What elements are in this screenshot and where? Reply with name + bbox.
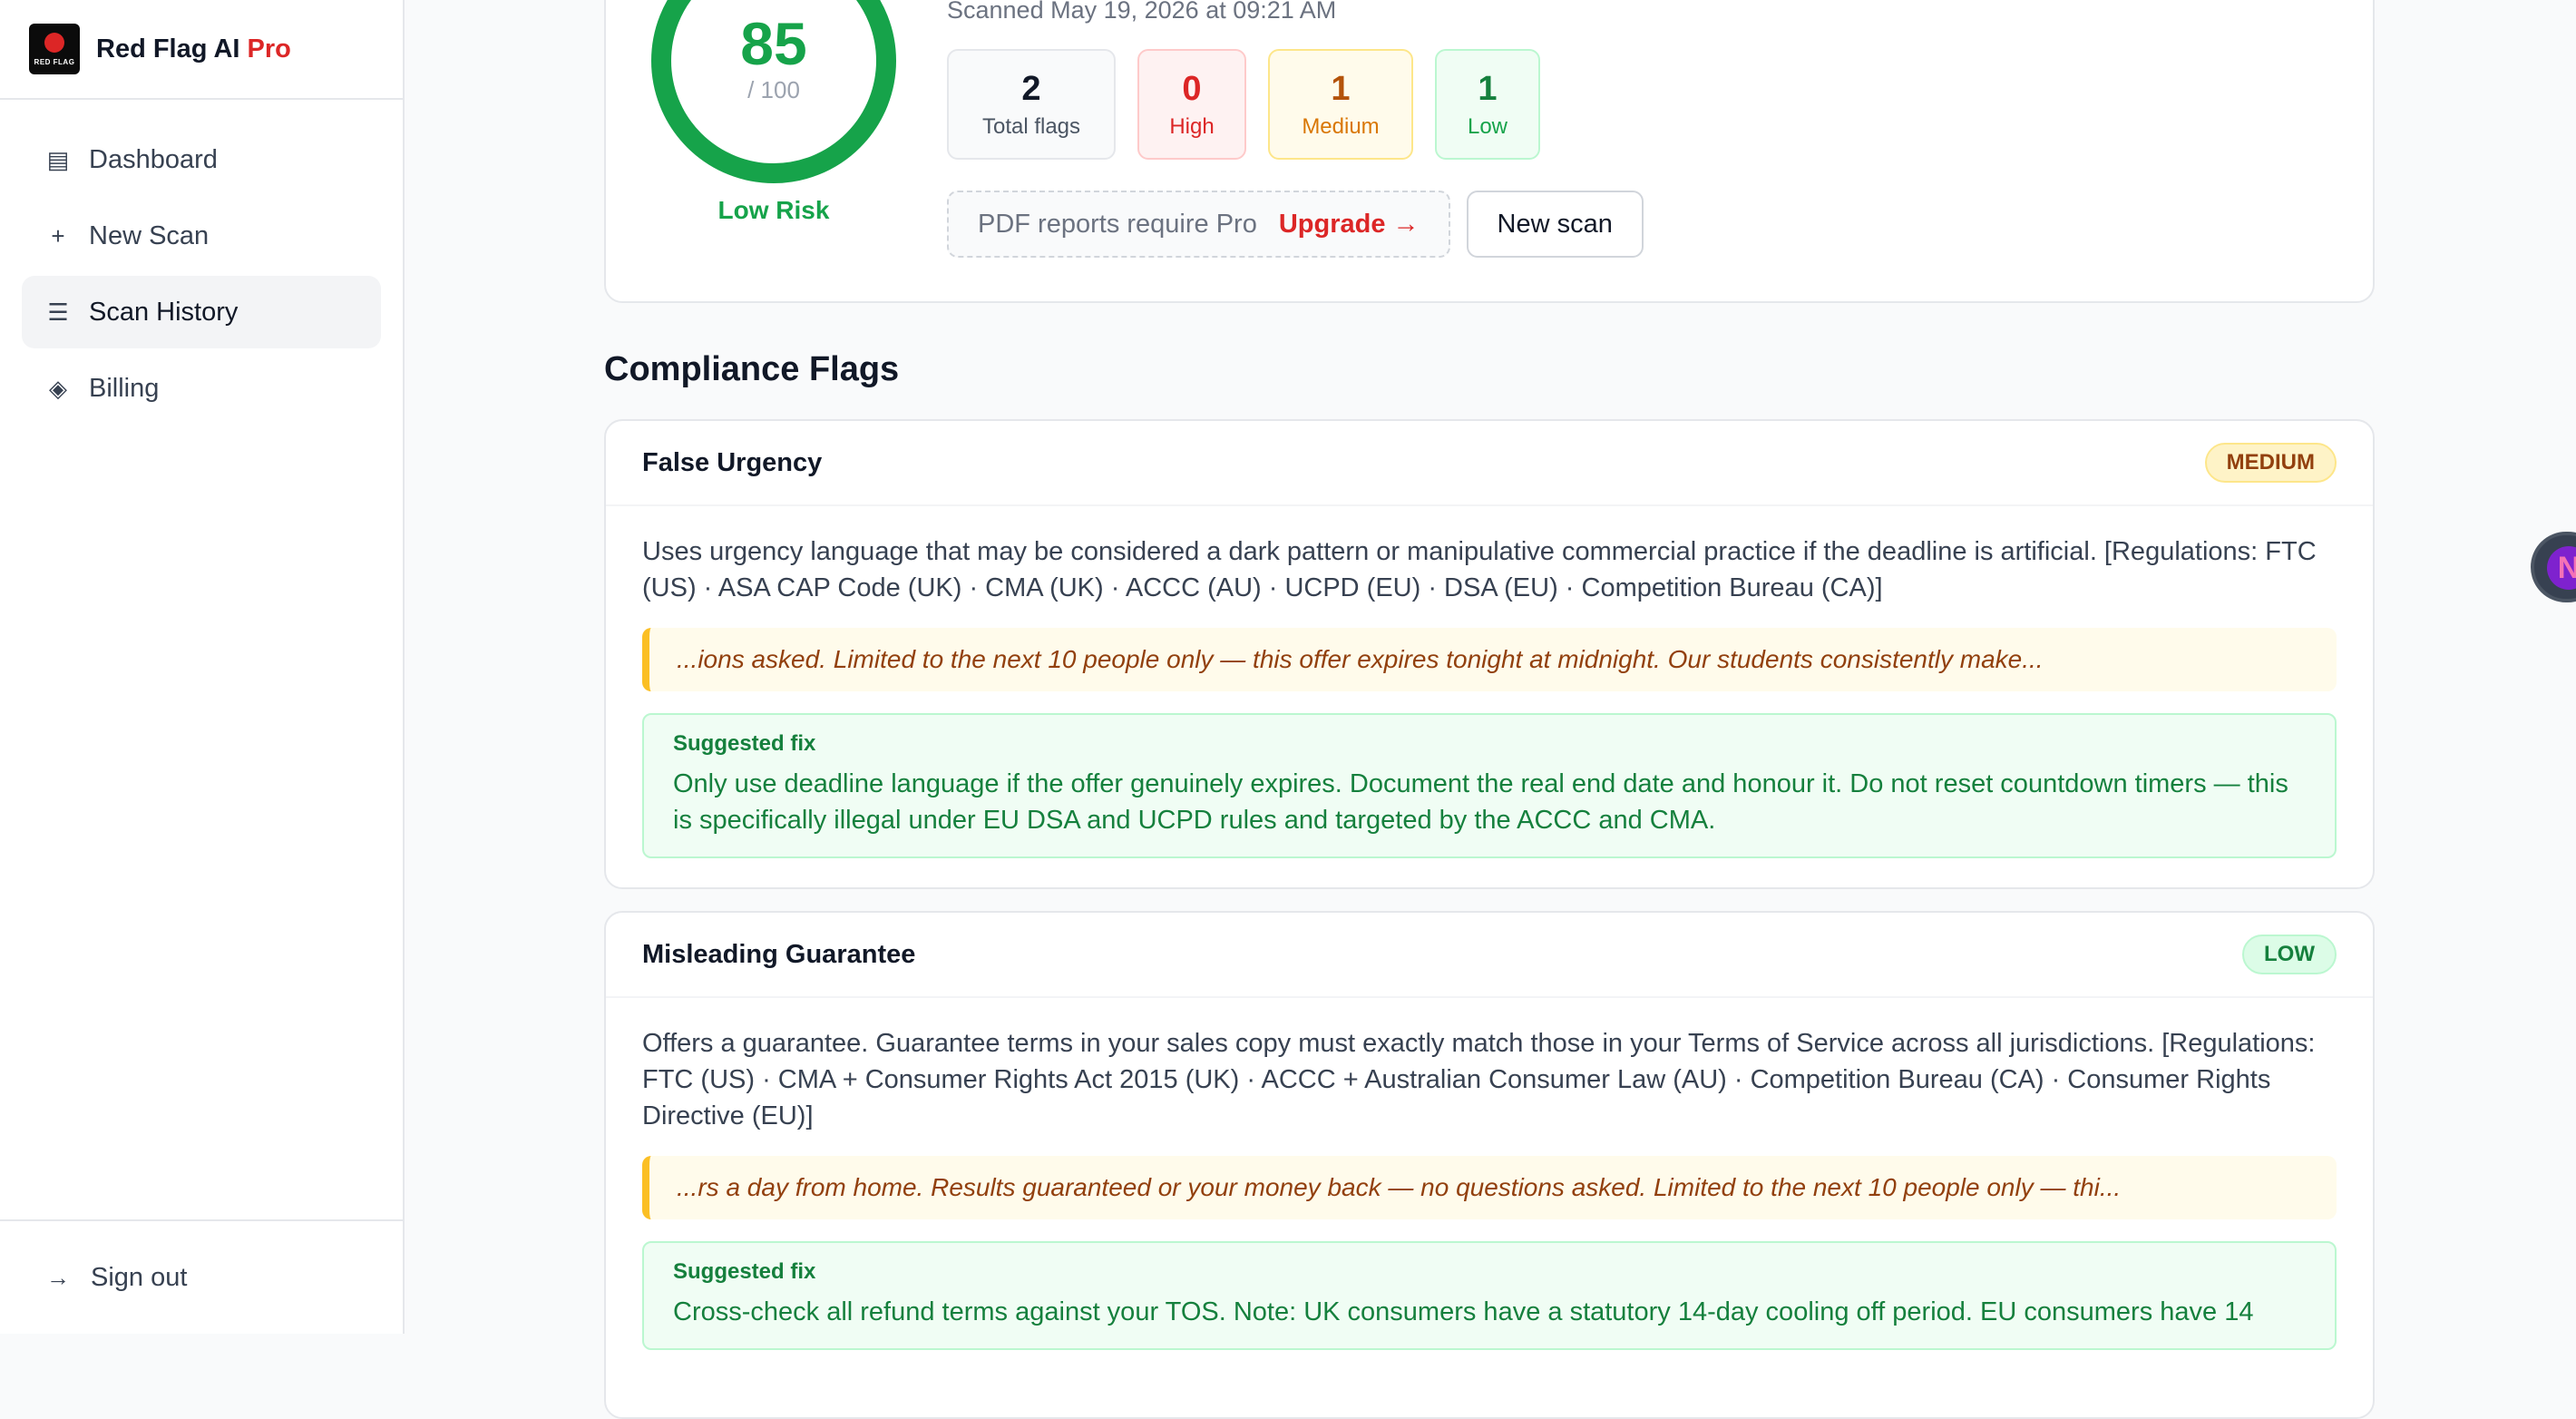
floating-avatar-button[interactable]: N (2531, 532, 2576, 602)
flag-body: Uses urgency language that may be consid… (606, 506, 2373, 858)
flag-stats: 2 Total flags 0 High 1 Medium 1 Low (947, 49, 1540, 160)
risk-score-value: 85 (740, 10, 807, 77)
sidebar-item-label: Billing (89, 373, 160, 403)
scanned-timestamp: Scanned May 19, 2026 at 09:21 AM (947, 0, 1337, 24)
brand-title: Red Flag AI (96, 34, 240, 64)
dashboard-icon: ▤ (46, 145, 70, 173)
sidebar-nav: ▤ Dashboard + New Scan ☰ Scan History ◈ … (0, 100, 403, 425)
severity-badge: LOW (2242, 935, 2337, 974)
score-card: 85 / 100 Low Risk Scanned May 19, 2026 a… (604, 0, 2375, 303)
risk-level-label: Low Risk (717, 196, 830, 224)
pdf-note-text: PDF reports require Pro (978, 209, 1257, 239)
flag-title: Misleading Guarantee (642, 939, 916, 969)
severity-badge: MEDIUM (2204, 443, 2337, 483)
stat-value: 1 (1478, 69, 1498, 108)
logo-text: RED FLAG (34, 58, 75, 66)
arrow-right-icon: → (46, 1263, 70, 1291)
sign-out-button[interactable]: → Sign out (0, 1219, 403, 1334)
stat-value: 2 (1021, 69, 1041, 108)
stat-medium: 1 Medium (1268, 49, 1413, 160)
flag-quote: ...ions asked. Limited to the next 10 pe… (642, 628, 2337, 691)
fix-text: Only use deadline language if the offer … (673, 769, 2288, 835)
suggested-fix: Suggested fix Cross-check all refund ter… (642, 1241, 2337, 1350)
stat-label: High (1169, 113, 1215, 139)
stat-high: 0 High (1137, 49, 1246, 160)
flag-header: False Urgency MEDIUM (606, 421, 2373, 506)
upgrade-link[interactable]: Upgrade → (1279, 210, 1420, 240)
brand-name: Red Flag AI Pro (96, 34, 291, 64)
sign-out-label: Sign out (91, 1262, 188, 1292)
sidebar-item-label: Scan History (89, 297, 239, 327)
stat-total-flags: 2 Total flags (947, 49, 1116, 160)
fix-text: Cross-check all refund terms against you… (673, 1297, 2254, 1326)
stat-label: Medium (1302, 113, 1380, 139)
brand-pro-label: Pro (247, 34, 291, 64)
risk-score-max: / 100 (747, 76, 800, 103)
sidebar-item-label: Dashboard (89, 144, 218, 174)
sidebar-item-billing[interactable]: ◈ Billing (22, 352, 381, 425)
stat-low: 1 Low (1435, 49, 1540, 160)
avatar-icon: N (2547, 546, 2576, 590)
flag-card: Misleading Guarantee LOW Offers a guaran… (604, 911, 2375, 1419)
stat-label: Low (1467, 113, 1508, 139)
red-flag-icon (44, 33, 64, 53)
sidebar-item-dashboard[interactable]: ▤ Dashboard (22, 123, 381, 196)
pdf-pro-notice: PDF reports require Pro Upgrade → (947, 191, 1450, 258)
stat-label: Total flags (981, 113, 1081, 139)
flag-title: False Urgency (642, 447, 823, 477)
plus-icon: + (51, 221, 65, 250)
flag-body: Offers a guarantee. Guarantee terms in y… (606, 998, 2373, 1350)
sidebar-item-scan-history[interactable]: ☰ Scan History (22, 276, 381, 348)
sidebar-item-new-scan[interactable]: + New Scan (22, 200, 381, 272)
flag-description: Uses urgency language that may be consid… (642, 537, 2317, 602)
new-scan-button[interactable]: New scan (1466, 191, 1644, 258)
flag-card: False Urgency MEDIUM Uses urgency langua… (604, 419, 2375, 889)
fix-title: Suggested fix (673, 731, 816, 756)
list-icon: ☰ (47, 298, 69, 326)
flag-description: Offers a guarantee. Guarantee terms in y… (642, 1029, 2316, 1130)
flag-quote: ...rs a day from home. Results guarantee… (642, 1156, 2337, 1219)
stat-value: 0 (1182, 69, 1202, 108)
brand-header: RED FLAG Red Flag AI Pro (0, 0, 403, 100)
suggested-fix: Suggested fix Only use deadline language… (642, 713, 2337, 858)
sidebar: RED FLAG Red Flag AI Pro ▤ Dashboard + N… (0, 0, 405, 1334)
brand-logo[interactable]: RED FLAG (29, 24, 80, 74)
diamond-icon: ◈ (49, 374, 67, 402)
fix-title: Suggested fix (673, 1259, 816, 1284)
score-actions: PDF reports require Pro Upgrade → New sc… (947, 191, 1644, 258)
section-title: Compliance Flags (604, 350, 900, 388)
flag-header: Misleading Guarantee LOW (606, 913, 2373, 998)
stat-value: 1 (1331, 69, 1351, 108)
sidebar-item-label: New Scan (89, 220, 210, 250)
